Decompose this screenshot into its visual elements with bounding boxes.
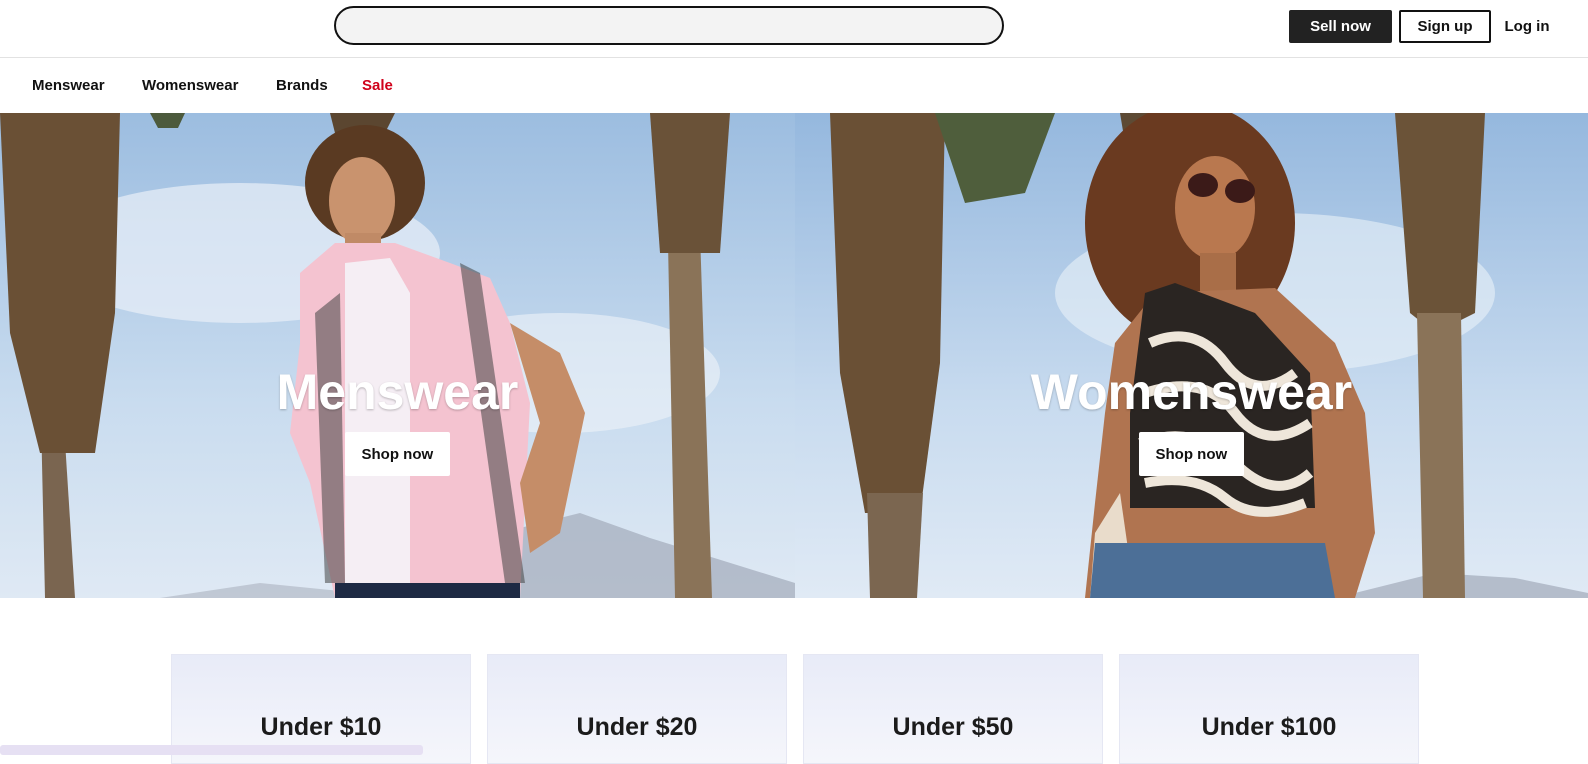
- price-card-under-50[interactable]: Under $50: [803, 654, 1103, 764]
- price-card-label: Under $10: [260, 713, 382, 741]
- hero-menswear[interactable]: Menswear Shop now: [0, 113, 795, 598]
- price-card-label: Under $50: [892, 713, 1014, 741]
- price-card-under-20[interactable]: Under $20: [487, 654, 787, 764]
- nav-item-brands[interactable]: Brands: [276, 77, 328, 94]
- womenswear-hero-image: [795, 113, 1588, 598]
- hero-title-womenswear: Womenswear: [1030, 364, 1353, 420]
- search-input[interactable]: [334, 6, 1004, 45]
- sign-up-button[interactable]: Sign up: [1399, 10, 1491, 43]
- nav-item-womenswear[interactable]: Womenswear: [142, 77, 238, 94]
- hero-womenswear[interactable]: Womenswear Shop now: [795, 113, 1588, 598]
- price-card-label: Under $20: [576, 713, 698, 741]
- nav-item-sale[interactable]: Sale: [362, 77, 393, 94]
- site-header: Sell now Sign up Log in: [0, 0, 1588, 58]
- price-card-label: Under $100: [1201, 713, 1337, 741]
- hero-title-menswear: Menswear: [276, 364, 519, 420]
- nav-item-menswear[interactable]: Menswear: [32, 77, 105, 94]
- bottom-banner-edge: [0, 745, 423, 755]
- sell-now-button[interactable]: Sell now: [1289, 10, 1392, 43]
- menswear-hero-image: [0, 113, 795, 598]
- log-in-button[interactable]: Log in: [1497, 10, 1557, 43]
- shop-womenswear-button[interactable]: Shop now: [1138, 432, 1245, 476]
- shop-menswear-button[interactable]: Shop now: [344, 432, 451, 476]
- category-nav: Menswear Womenswear Brands Sale: [0, 58, 1588, 112]
- price-card-under-100[interactable]: Under $100: [1119, 654, 1419, 764]
